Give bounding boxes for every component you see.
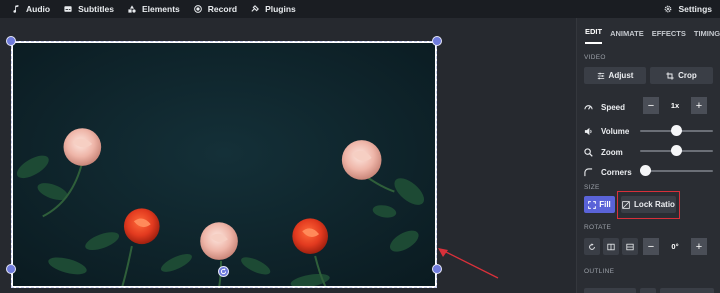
video-section-label: VIDEO [584,54,606,61]
corners-label: Corners [601,167,632,177]
music-note-icon [13,5,19,13]
volume-slider-knob[interactable] [671,125,682,136]
zoom-row: Zoom [584,146,623,158]
volume-row: Volume [584,125,629,137]
adjust-button[interactable]: Adjust [584,67,646,84]
flip-horizontal-icon [607,243,615,250]
panel-tabs: EDIT ANIMATE EFFECTS TIMING [577,18,720,44]
volume-slider[interactable] [640,125,713,137]
rotate-increase-button[interactable]: + [691,238,707,255]
speedometer-icon [584,104,593,110]
properties-panel: EDIT ANIMATE EFFECTS TIMING VIDEO Adjust… [576,18,720,293]
outline-color-field[interactable] [584,288,636,293]
toolbar-record[interactable]: Record [193,4,238,14]
toolbar-record-label: Record [207,4,238,14]
zoom-label: Zoom [601,147,623,157]
toolbar-audio-label: Audio [26,4,51,14]
outline-style-button[interactable] [640,288,656,293]
resize-handle-top-right[interactable] [432,36,442,46]
corner-radius-icon [584,167,593,176]
record-icon [193,5,202,13]
toolbar-subtitles-label: Subtitles [78,4,114,14]
settings-button[interactable]: Settings [664,4,712,14]
tab-edit[interactable]: EDIT [585,27,603,44]
speed-row: Speed [584,101,625,113]
adjust-label: Adjust [608,71,634,80]
fill-button[interactable]: Fill [584,196,615,213]
gear-icon [665,5,672,13]
tab-timing[interactable]: TIMING [694,29,720,44]
canvas-stage [0,18,576,293]
toolbar-elements-label: Elements [141,4,180,14]
top-toolbar: Audio Subtitles Elements Record Plugins … [0,0,720,18]
rotate-cw-button[interactable] [584,238,600,255]
toolbar-plugins[interactable]: Plugins [251,4,296,14]
rotate-stepper[interactable]: − 0° + [643,238,707,255]
shapes-icon [128,5,136,13]
video-editor: Audio Subtitles Elements Record Plugins … [0,0,720,293]
expand-icon [588,200,597,209]
zoom-icon [584,147,593,157]
rotate-icon [220,268,227,275]
outline-section-label: OUTLINE [584,268,615,275]
video-frame[interactable] [11,41,437,288]
zoom-slider[interactable] [640,145,713,157]
resize-handle-top-left[interactable] [6,36,16,46]
toolbar-subtitles[interactable]: Subtitles [64,4,114,14]
speed-value[interactable]: 1x [659,97,691,114]
crop-label: Crop [678,71,697,80]
corners-slider[interactable] [640,165,713,177]
size-section-label: SIZE [584,184,600,191]
crop-button[interactable]: Crop [650,67,713,84]
outline-width-field[interactable] [660,288,714,293]
toolbar-plugins-label: Plugins [265,4,296,14]
flip-horizontal-button[interactable] [603,238,619,255]
flip-vertical-icon [626,243,634,250]
rotate-handle[interactable] [218,266,229,277]
rotate-clockwise-icon [589,242,595,250]
toolbar-audio[interactable]: Audio [12,4,50,14]
rotate-decrease-button[interactable]: − [643,238,659,255]
toolbar-elements[interactable]: Elements [128,4,180,14]
subtitles-icon [64,6,72,12]
corners-slider-knob[interactable] [640,165,651,176]
tab-effects[interactable]: EFFECTS [652,29,686,44]
tab-animate[interactable]: ANIMATE [610,29,644,44]
corners-row: Corners [584,166,632,178]
flip-vertical-button[interactable] [622,238,638,255]
speed-increase-button[interactable]: + [691,97,707,114]
rose-video-thumbnail [13,43,435,286]
speed-stepper[interactable]: − 1x + [643,97,707,114]
settings-label: Settings [678,4,712,14]
outline-controls[interactable] [584,286,714,293]
resize-handle-bottom-left[interactable] [6,264,16,274]
rotate-section-label: ROTATE [584,224,612,231]
rotate-value[interactable]: 0° [659,238,691,255]
sliders-icon [597,72,604,79]
zoom-slider-knob[interactable] [671,145,682,156]
fill-label: Fill [599,200,611,209]
lock-ratio-label: Lock Ratio [634,200,675,209]
volume-label: Volume [601,126,630,136]
crop-icon [666,71,674,80]
volume-icon [584,127,592,135]
speed-label: Speed [601,102,626,112]
aspect-ratio-icon [622,200,630,209]
plugins-icon [251,5,260,12]
speed-decrease-button[interactable]: − [643,97,659,114]
annotation-arrow [438,248,499,279]
lock-ratio-button[interactable]: Lock Ratio [621,196,676,213]
